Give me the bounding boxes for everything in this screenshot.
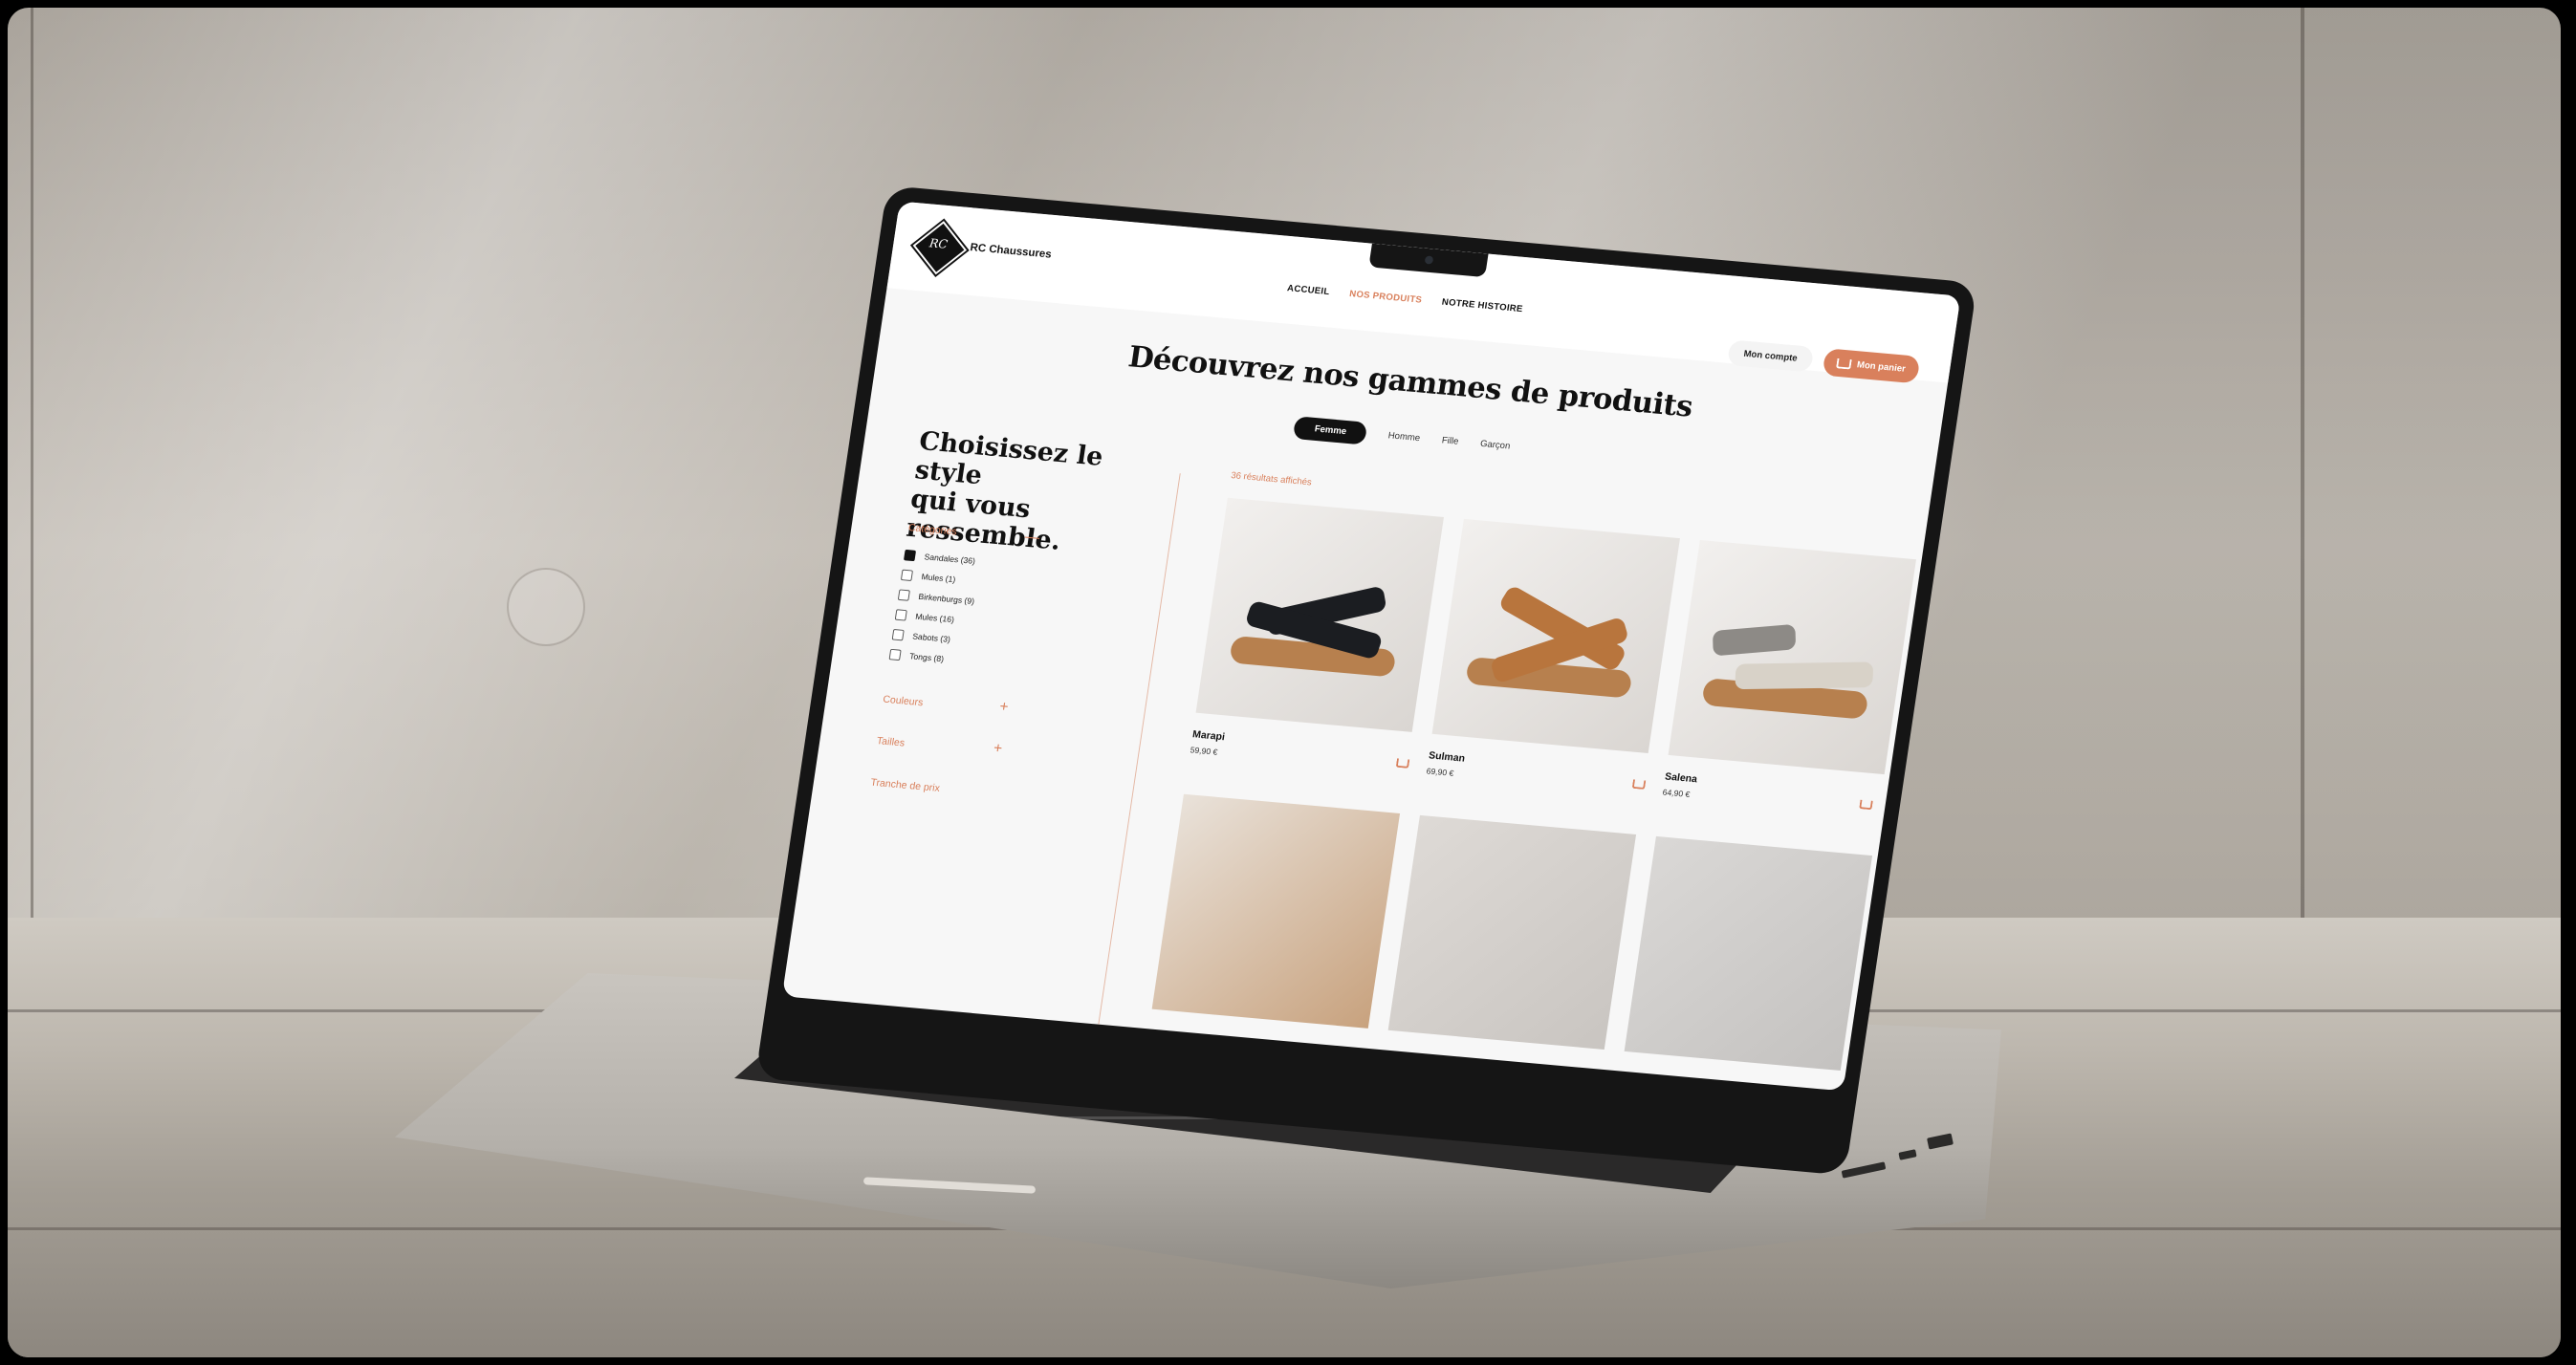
tab-homme[interactable]: Homme bbox=[1387, 431, 1421, 444]
sandal-strap bbox=[1712, 623, 1797, 657]
product-image[interactable] bbox=[1195, 497, 1444, 732]
laptop-screen: RC RC Chaussures ACCUEIL NOS PRODUITS NO… bbox=[781, 201, 1961, 1092]
product-price: 64,90 € bbox=[1662, 787, 1692, 799]
filter-colors-label[interactable]: Couleurs bbox=[883, 694, 925, 708]
wall-seam bbox=[2301, 8, 2304, 918]
category-label: Sabots (3) bbox=[911, 631, 951, 644]
category-label: Mules (16) bbox=[914, 612, 955, 625]
collapse-icon[interactable]: — bbox=[1024, 530, 1041, 547]
product-price: 69,90 € bbox=[1426, 766, 1455, 778]
cart-button[interactable]: Mon panier bbox=[1822, 348, 1921, 384]
product-name[interactable]: Salena bbox=[1664, 771, 1697, 785]
camera-icon bbox=[1424, 255, 1434, 265]
product-image[interactable] bbox=[1151, 793, 1401, 1029]
filter-sizes-label[interactable]: Tailles bbox=[876, 736, 906, 749]
checkbox-icon[interactable] bbox=[891, 629, 905, 641]
category-label: Sandales (36) bbox=[924, 552, 976, 566]
tab-femme[interactable]: Femme bbox=[1293, 416, 1368, 445]
category-label: Birkenburgs (9) bbox=[917, 592, 975, 606]
product-image[interactable] bbox=[1387, 814, 1637, 1050]
wall-seam bbox=[31, 8, 33, 918]
category-option[interactable]: Sabots (3) bbox=[891, 629, 951, 645]
sandal-strap bbox=[1735, 661, 1874, 690]
logo-text: RC bbox=[928, 236, 949, 252]
nav-products[interactable]: NOS PRODUITS bbox=[1349, 289, 1423, 305]
photo-scene: RC RC Chaussures ACCUEIL NOS PRODUITS NO… bbox=[8, 8, 2561, 1357]
category-option[interactable]: Sandales (36) bbox=[903, 549, 976, 567]
checkbox-icon[interactable] bbox=[888, 648, 902, 661]
product-name[interactable]: Sulman bbox=[1428, 750, 1465, 765]
expand-icon[interactable]: + bbox=[998, 699, 1009, 716]
product-image[interactable] bbox=[1431, 518, 1680, 753]
add-to-cart-icon[interactable] bbox=[1859, 799, 1873, 811]
category-option[interactable]: Tongs (8) bbox=[888, 648, 945, 664]
account-button[interactable]: Mon compte bbox=[1726, 339, 1815, 373]
expand-icon[interactable]: + bbox=[993, 741, 1003, 758]
checkbox-icon[interactable] bbox=[903, 549, 917, 562]
product-price: 59,90 € bbox=[1190, 745, 1219, 757]
category-label: Tongs (8) bbox=[908, 651, 945, 664]
product-image[interactable] bbox=[1624, 835, 1873, 1072]
results-count: 36 résultats affichés bbox=[1230, 470, 1313, 488]
cart-icon bbox=[1836, 358, 1853, 370]
laptop-lid: RC RC Chaussures ACCUEIL NOS PRODUITS NO… bbox=[754, 185, 1978, 1176]
checkbox-icon[interactable] bbox=[894, 609, 907, 621]
checkbox-icon[interactable] bbox=[900, 569, 913, 581]
add-to-cart-icon[interactable] bbox=[1631, 779, 1647, 790]
brand-name[interactable]: RC Chaussures bbox=[970, 241, 1053, 261]
category-option[interactable]: Birkenburgs (9) bbox=[897, 589, 975, 606]
cart-label: Mon panier bbox=[1856, 359, 1907, 375]
product-name[interactable]: Marapi bbox=[1191, 729, 1225, 743]
nav-home[interactable]: ACCUEIL bbox=[1286, 284, 1330, 297]
tab-garcon[interactable]: Garçon bbox=[1479, 439, 1511, 451]
main-nav: ACCUEIL NOS PRODUITS NOTRE HISTOIRE bbox=[1286, 284, 1523, 314]
filter-price-label[interactable]: Tranche de prix bbox=[870, 777, 941, 794]
wall-mark bbox=[507, 568, 585, 646]
add-to-cart-icon[interactable] bbox=[1395, 758, 1410, 769]
category-option[interactable]: Mules (1) bbox=[900, 569, 956, 585]
checkbox-icon[interactable] bbox=[897, 589, 910, 601]
category-option[interactable]: Mules (16) bbox=[894, 609, 955, 625]
product-image[interactable] bbox=[1668, 539, 1916, 775]
nav-story[interactable]: NOTRE HISTOIRE bbox=[1441, 297, 1523, 314]
category-label: Mules (1) bbox=[920, 572, 956, 585]
tab-fille[interactable]: Fille bbox=[1441, 436, 1459, 447]
